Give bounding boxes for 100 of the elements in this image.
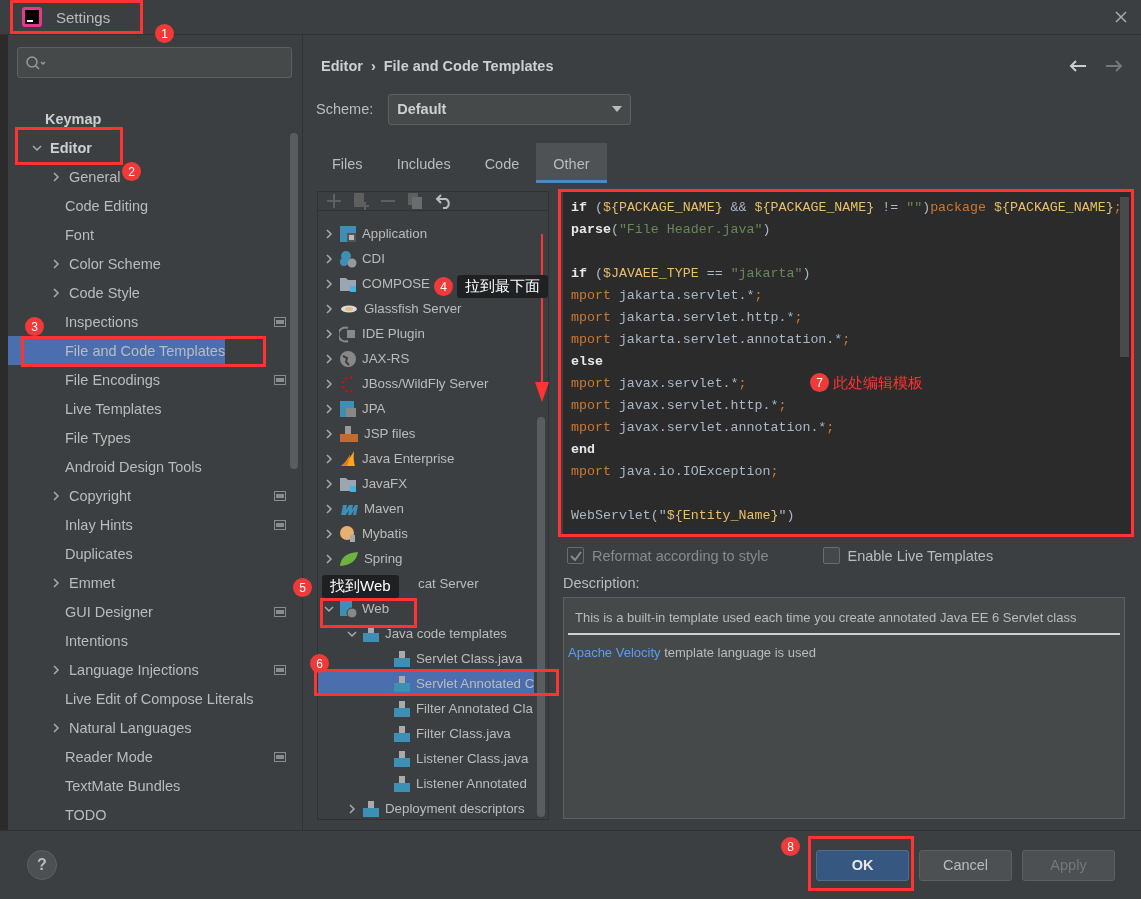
chevron-down-icon[interactable] [32, 142, 42, 153]
template-tree-item[interactable]: CDI [324, 246, 385, 271]
chevron-right-icon[interactable] [324, 303, 334, 314]
code-token: ${PACKAGE_NAME} [994, 200, 1114, 215]
help-button[interactable]: ? [27, 850, 57, 880]
template-tree-item[interactable]: Filter Class.java [393, 721, 511, 746]
template-tree-item[interactable]: JAX-RS [324, 346, 410, 371]
chevron-right-icon[interactable] [51, 287, 61, 298]
chevron-right-icon[interactable] [324, 478, 334, 489]
chevron-right-icon[interactable] [324, 253, 334, 264]
settings-item[interactable]: Emmet [51, 568, 115, 597]
code-token: javax.servlet.http.* [617, 398, 779, 413]
chevron-right-icon[interactable] [51, 722, 61, 733]
settings-item[interactable]: General [51, 162, 121, 191]
template-tree-item[interactable]: Application [324, 221, 428, 246]
settings-item[interactable]: Live Edit of Compose Literals [65, 684, 254, 713]
dialog-button[interactable]: OK [816, 849, 909, 881]
close-icon[interactable] [1115, 11, 1127, 23]
option-checkbox[interactable]: Enable Live Templates [822, 547, 994, 564]
template-tab[interactable]: Files [315, 143, 380, 183]
template-tab[interactable]: Other [536, 143, 607, 183]
template-tree-item[interactable]: Spring [324, 546, 403, 571]
code-token: mport [571, 310, 611, 325]
chevron-right-icon[interactable] [347, 803, 357, 814]
settings-item[interactable]: File Types [65, 423, 131, 452]
forward-arrow-icon[interactable] [1105, 59, 1123, 73]
settings-item[interactable]: Code Style [51, 278, 140, 307]
code-token: "File Header.java" [618, 222, 763, 237]
back-arrow-icon[interactable] [1069, 59, 1087, 73]
template-tree-item[interactable]: JavaFX [324, 471, 408, 496]
template-tab[interactable]: Includes [379, 143, 468, 183]
template-tree-item[interactable]: Web [324, 596, 390, 621]
template-tree-item[interactable]: Filter Annotated Cla [393, 696, 533, 721]
settings-item[interactable]: Android Design Tools [65, 452, 202, 481]
template-tree-item[interactable]: COMPOSE [324, 271, 430, 296]
template-tree-item[interactable]: JPA [324, 396, 386, 421]
chevron-right-icon[interactable] [324, 528, 334, 539]
chevron-right-icon[interactable] [324, 553, 334, 564]
template-tab[interactable]: Code [467, 143, 537, 183]
settings-item[interactable]: Inspections [65, 307, 139, 336]
template-tree-item[interactable]: Listener Class.java [393, 746, 529, 771]
settings-item[interactable]: Natural Languages [51, 713, 192, 742]
settings-item[interactable]: Reader Mode [65, 742, 153, 771]
settings-item[interactable]: Color Scheme [51, 249, 161, 278]
template-tree-item[interactable]: JSP files [324, 421, 416, 446]
template-tree-item[interactable]: Java code templates [347, 621, 507, 646]
chevron-right-icon[interactable] [51, 577, 61, 588]
template-file-icon [393, 674, 411, 693]
chevron-right-icon[interactable] [324, 428, 334, 439]
settings-item[interactable]: Duplicates [65, 539, 133, 568]
template-tree-item[interactable]: Java Enterprise [324, 446, 455, 471]
settings-item[interactable]: Intentions [65, 626, 128, 655]
description-text: This is a built-in template used each time you create annotated Java EE 6 Servlet class [568, 598, 1120, 635]
template-tree-item[interactable]: Listener Annotated [393, 771, 527, 796]
web-module-icon [339, 599, 357, 618]
template-tree-item[interactable]: Maven [324, 496, 404, 521]
chevron-right-icon[interactable] [324, 228, 334, 239]
scrollbar-thumb[interactable] [290, 133, 298, 469]
settings-item[interactable]: Font [65, 220, 94, 249]
template-tree-item[interactable]: Servlet Class.java [393, 646, 523, 671]
template-tree-item[interactable]: Mybatis [324, 521, 408, 546]
settings-item[interactable]: TextMate Bundles [65, 771, 181, 800]
settings-item[interactable]: Inlay Hints [65, 510, 133, 539]
jsp-file-icon [339, 424, 359, 443]
settings-item[interactable]: File Encodings [65, 365, 161, 394]
chevron-right-icon[interactable] [51, 664, 61, 675]
scheme-dropdown[interactable]: Default [388, 93, 632, 125]
settings-item[interactable]: Editor [32, 133, 92, 162]
chevron-right-icon[interactable] [324, 403, 334, 414]
chevron-right-icon[interactable] [324, 503, 334, 514]
chevron-right-icon[interactable] [51, 171, 61, 182]
code-token: if [571, 266, 587, 281]
chevron-right-icon[interactable] [324, 353, 334, 364]
chevron-right-icon[interactable] [324, 453, 334, 464]
settings-item[interactable]: GUI Designer [65, 597, 153, 626]
template-tree-item[interactable]: Deployment descriptors [347, 796, 525, 821]
chevron-right-icon[interactable] [324, 278, 334, 289]
settings-item[interactable]: Language Injections [51, 655, 199, 684]
undo-icon[interactable] [435, 193, 453, 209]
settings-item[interactable]: Keymap [45, 104, 102, 133]
template-tree-item[interactable]: Glassfish Server [324, 296, 462, 321]
chevron-right-icon[interactable] [324, 328, 334, 339]
chevron-right-icon[interactable] [51, 258, 61, 269]
chevron-down-icon[interactable] [347, 628, 357, 639]
scrollbar-thumb[interactable] [537, 417, 545, 817]
template-tree-item[interactable]: JBoss/WildFly Server [324, 371, 489, 396]
template-tree-item[interactable]: IDE Plugin [324, 321, 425, 346]
template-tree-item[interactable]: cat Server [418, 571, 479, 596]
dialog-button[interactable]: Cancel [919, 849, 1012, 881]
chevron-right-icon[interactable] [324, 378, 334, 389]
settings-item[interactable]: Code Editing [65, 191, 149, 220]
settings-item[interactable]: TODO [65, 800, 107, 829]
chevron-down-icon[interactable] [324, 603, 334, 614]
settings-item[interactable]: Copyright [51, 481, 132, 510]
search-field[interactable] [17, 47, 292, 78]
chevron-right-icon[interactable] [51, 490, 61, 501]
scrollbar-thumb[interactable] [1120, 197, 1129, 357]
code-token: WebServlet(" [571, 508, 667, 523]
settings-item[interactable]: Live Templates [65, 394, 162, 423]
velocity-link[interactable]: Apache Velocity [568, 645, 661, 660]
